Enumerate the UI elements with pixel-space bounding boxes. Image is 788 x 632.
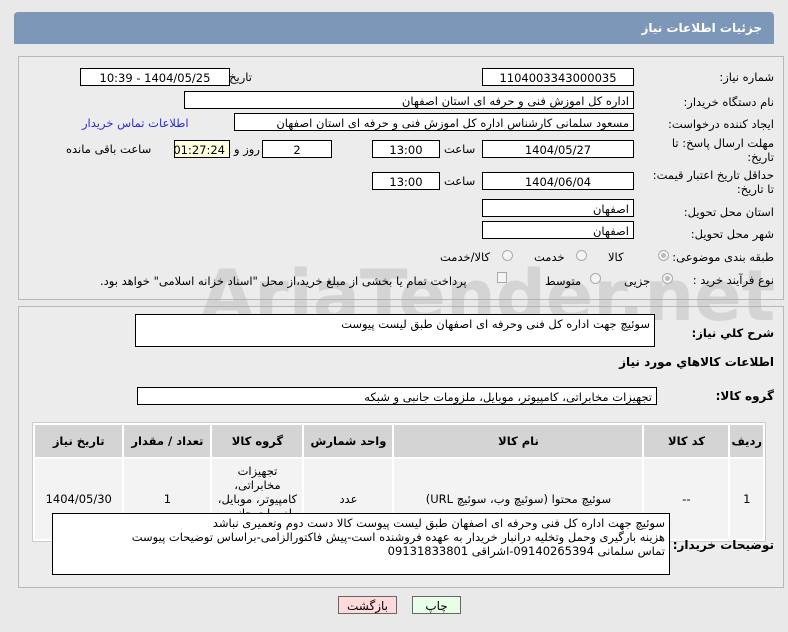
col-qty: تعداد / مقدار (124, 425, 211, 457)
buyer-contact-link[interactable]: اطلاعات تماس خریدار (82, 116, 189, 130)
treasury-payment-note: پرداخت تمام یا بخشی از مبلغ خرید،از محل … (100, 274, 467, 288)
buyer-notes-label: توضیحات خریدار: (672, 538, 774, 552)
category-option-goods: کالا (608, 250, 624, 264)
process-radio-medium[interactable] (590, 273, 601, 284)
col-date: تاریخ نیاز (35, 425, 123, 457)
city-field: اصفهان (482, 221, 634, 239)
validity-time-label: ساعت (444, 174, 476, 188)
print-button[interactable]: چاپ (412, 596, 461, 614)
cell-row: 1 (730, 459, 763, 539)
buyer-org-label: نام دستگاه خریدار: (683, 95, 774, 109)
process-option-medium: متوسط (545, 274, 582, 288)
buyer-notes-textarea[interactable]: سوئیچ جهت اداره کل فنی وحرفه ای اصفهان ط… (52, 513, 670, 575)
days-field: 2 (262, 140, 332, 158)
remaining-label: ساعت باقی مانده (66, 142, 152, 156)
back-button[interactable]: بازگشت (338, 596, 397, 614)
summary-textarea[interactable]: سوئیچ جهت اداره کل فنی وحرفه ای اصفهان ط… (135, 314, 655, 347)
buyer-notes-line: سوئیچ جهت اداره کل فنی وحرفه ای اصفهان ط… (212, 516, 665, 530)
province-field: اصفهان (482, 199, 634, 217)
days-label: روز و (234, 142, 260, 156)
buyer-org-field: اداره کل اموزش فنی و حرفه ای استان اصفها… (184, 91, 634, 109)
treasury-payment-checkbox[interactable] (497, 272, 507, 283)
category-radio-service[interactable] (576, 250, 587, 261)
remaining-time-field: 01:27:24 (174, 140, 230, 158)
col-code: کد کالا (644, 425, 729, 457)
need-number-field: 1104003343000035 (482, 68, 634, 86)
city-label: شهر محل تحویل: (690, 227, 774, 241)
col-unit: واحد شمارش (304, 425, 393, 457)
deadline-label: مهلت ارسال پاسخ: تا تاریخ: (671, 136, 774, 164)
deadline-date-field: 1404/05/27 (482, 140, 634, 158)
category-radio-goods[interactable] (658, 250, 669, 261)
process-label: نوع فرآیند خرید : (692, 273, 774, 287)
goods-group-label: گروه کالا: (715, 389, 774, 403)
col-group: گروه کالا (212, 425, 303, 457)
province-label: استان محل تحویل: (683, 205, 774, 219)
validity-time-field: 13:00 (372, 172, 440, 190)
deadline-time-label: ساعت (444, 142, 476, 156)
category-label: طبقه بندی موضوعی: (672, 250, 774, 264)
category-option-goods-service: کالا/خدمت (440, 250, 491, 264)
page-header: جزئیات اطلاعات نیاز (14, 12, 774, 44)
process-option-minor: جزیی (624, 274, 651, 288)
goods-group-field: تجهیزات مخابراتی، کامپیوتر، موبایل، ملزو… (137, 387, 657, 405)
summary-label: شرح کلي نیاز: (691, 326, 774, 340)
col-row: ردیف (730, 425, 763, 457)
validity-date-field: 1404/06/04 (482, 172, 634, 190)
announce-field: 1404/05/25 - 10:39 (80, 68, 230, 86)
need-number-label: شماره نیاز: (719, 70, 774, 84)
buyer-notes-line: هزینه بارگیری وحمل وتخلیه درانبار خریدار… (131, 530, 665, 544)
deadline-time-field: 13:00 (372, 140, 440, 158)
validity-label: حداقل تاریخ اعتبار قیمت: تا تاریخ: (652, 168, 774, 196)
buyer-notes-line: تماس سلمانی 09140265394-اشراقی 091318338… (387, 544, 665, 558)
process-radio-minor[interactable] (662, 273, 673, 284)
col-name: نام کالا (394, 425, 643, 457)
creator-label: ایجاد کننده درخواست: (668, 117, 774, 131)
goods-section-title: اطلاعات کالاهاي مورد نیاز (619, 355, 774, 369)
creator-field: مسعود سلمانی کارشناس اداره کل اموزش فنی … (234, 113, 634, 131)
category-radio-goods-service[interactable] (502, 250, 513, 261)
category-option-service: خدمت (534, 250, 565, 264)
